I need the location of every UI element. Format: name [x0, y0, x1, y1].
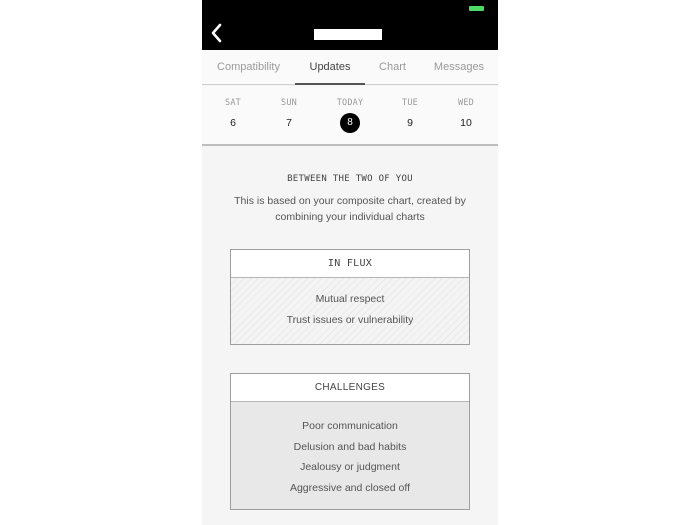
tab-chart[interactable]: Chart	[365, 50, 420, 84]
list-item: Poor communication	[302, 420, 398, 432]
redacted-title	[314, 29, 382, 40]
section-title: BETWEEN THE TWO OF YOU	[287, 174, 413, 184]
day-name: SAT	[225, 98, 241, 108]
day-number-selected: 8	[340, 113, 360, 133]
tab-updates[interactable]: Updates	[295, 50, 365, 85]
day-number: 6	[230, 117, 236, 129]
day-name: SUN	[281, 98, 297, 108]
list-item: Aggressive and closed off	[289, 481, 411, 494]
chevron-left-icon	[211, 23, 222, 43]
day-name: WED	[458, 98, 474, 108]
list-item: Jealousy or judgment	[300, 461, 400, 473]
card-header: IN FLUX	[231, 250, 469, 278]
battery-icon	[469, 6, 484, 11]
phone-screen: Compatibility Updates Chart Messages SAT…	[202, 0, 498, 525]
tab-compatibility[interactable]: Compatibility	[202, 50, 295, 84]
day-name: TUE	[402, 98, 418, 108]
day-sun[interactable]: SUN 7	[261, 86, 317, 133]
list-item: Delusion and bad habits	[293, 440, 407, 453]
card-body: Poor communication Delusion and bad habi…	[231, 402, 469, 509]
list-item: Mutual respect	[315, 293, 385, 305]
day-number: 10	[460, 117, 472, 129]
day-today[interactable]: TODAY 8	[322, 86, 378, 133]
challenges-card: CHALLENGES Poor communication Delusion a…	[230, 373, 470, 510]
header-bar	[202, 0, 498, 50]
day-name: TODAY	[336, 98, 364, 108]
day-sat[interactable]: SAT 6	[205, 86, 261, 133]
day-selector: SAT 6 SUN 7 TODAY 8 TUE 9 WED 10	[202, 86, 498, 146]
tab-bar: Compatibility Updates Chart Messages	[202, 50, 498, 85]
back-button[interactable]	[208, 22, 226, 44]
card-body: Mutual respect Trust issues or vulnerabi…	[231, 278, 469, 344]
tab-messages[interactable]: Messages	[420, 50, 498, 84]
card-header: CHALLENGES	[231, 374, 469, 402]
section-description: This is based on your composite chart, c…	[234, 195, 466, 223]
day-number: 9	[407, 117, 413, 129]
day-wed[interactable]: WED 10	[438, 86, 494, 133]
day-tue[interactable]: TUE 9	[382, 86, 438, 133]
day-number: 7	[286, 117, 292, 129]
list-item: Trust issues or vulnerability	[286, 313, 414, 326]
in-flux-card: IN FLUX Mutual respect Trust issues or v…	[230, 249, 470, 345]
